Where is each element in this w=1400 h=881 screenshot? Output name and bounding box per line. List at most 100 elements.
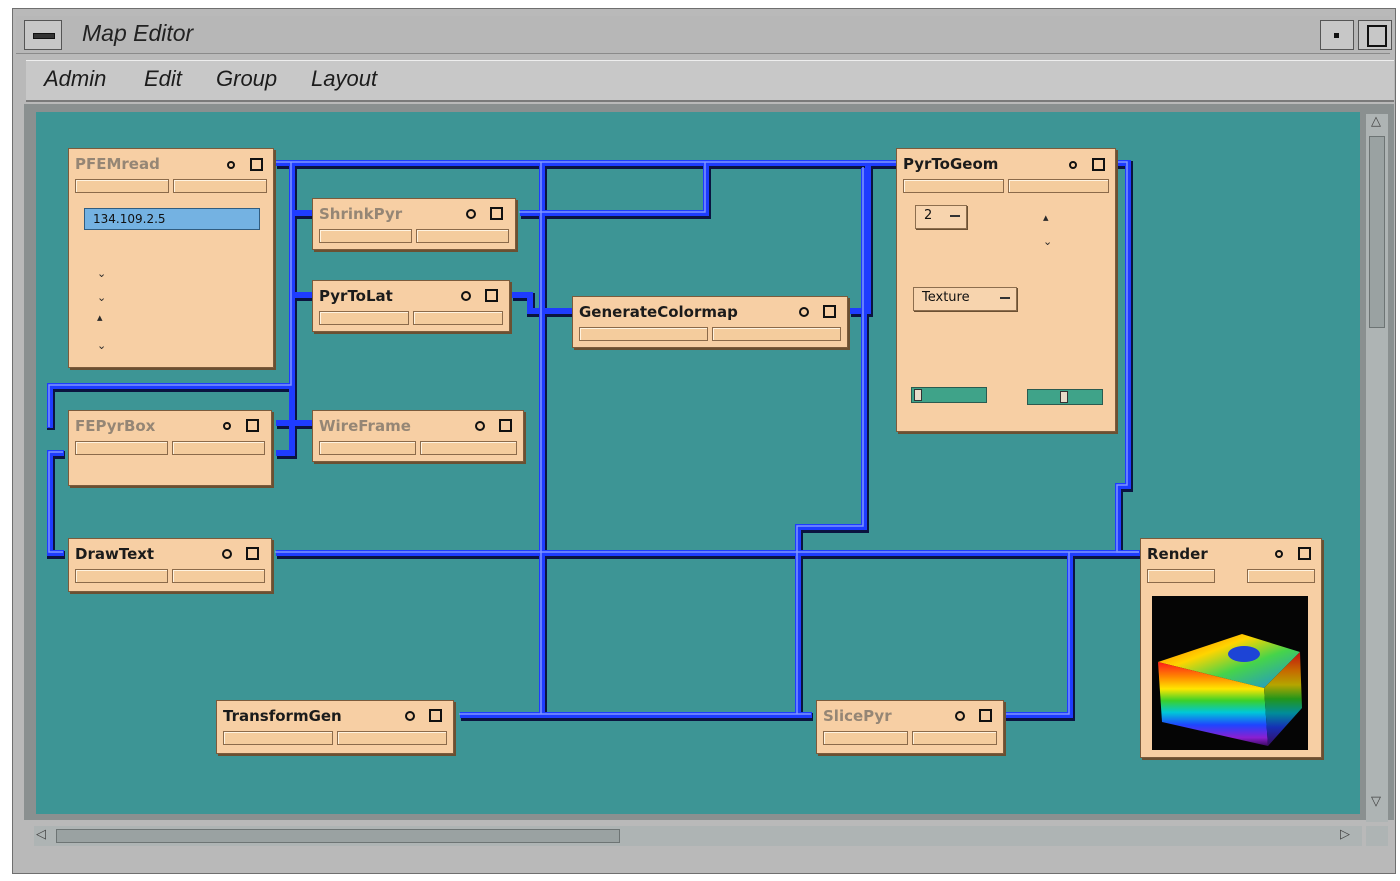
module-ports bbox=[579, 327, 841, 341]
module-status-icon bbox=[227, 161, 235, 169]
port[interactable] bbox=[223, 731, 333, 745]
module-ports bbox=[823, 731, 997, 745]
module-status-icon bbox=[222, 549, 232, 559]
address-input[interactable]: 134.109.2.5 bbox=[84, 208, 260, 230]
module-status-icon bbox=[466, 209, 476, 219]
port[interactable] bbox=[172, 569, 265, 583]
option-menu-number[interactable]: 2 bbox=[915, 205, 967, 229]
port[interactable] bbox=[1147, 569, 1216, 583]
module-ports bbox=[319, 441, 517, 455]
slider-left[interactable] bbox=[911, 387, 987, 403]
module-status-icon bbox=[223, 422, 231, 430]
module-ports bbox=[75, 179, 267, 193]
module-toggle-icon[interactable] bbox=[499, 419, 512, 432]
port[interactable] bbox=[420, 441, 517, 455]
arrow-down-icon[interactable]: ⌄ bbox=[1043, 235, 1052, 248]
module-toggle-icon[interactable] bbox=[429, 709, 442, 722]
arrow-up-icon[interactable]: ▴ bbox=[1043, 211, 1049, 224]
module-ports bbox=[75, 569, 265, 583]
port[interactable] bbox=[1246, 569, 1316, 583]
module-transformgen[interactable]: TransformGen bbox=[216, 700, 454, 754]
module-status-icon bbox=[1275, 550, 1283, 558]
module-ports bbox=[319, 229, 509, 243]
option-menu-render-mode[interactable]: Texture bbox=[913, 287, 1017, 311]
vertical-scrollbar[interactable]: △ ▽ bbox=[1366, 114, 1388, 822]
module-status-icon bbox=[461, 291, 471, 301]
slider-right[interactable] bbox=[1027, 389, 1103, 405]
port[interactable] bbox=[579, 327, 708, 341]
module-title: TransformGen bbox=[223, 707, 342, 725]
module-status-icon bbox=[1069, 161, 1077, 169]
module-status-icon bbox=[955, 711, 965, 721]
module-title: PFEMread bbox=[75, 155, 160, 173]
slider-thumb[interactable] bbox=[1060, 391, 1068, 403]
option-value: Texture bbox=[922, 290, 970, 305]
module-generatecolormap[interactable]: GenerateColormap bbox=[572, 296, 848, 348]
arrow-down-icon[interactable]: ⌄ bbox=[97, 291, 106, 304]
port[interactable] bbox=[319, 229, 412, 243]
module-title: FEPyrBox bbox=[75, 417, 156, 435]
module-title: Render bbox=[1147, 545, 1208, 563]
horizontal-scrollbar[interactable]: ◁ ▷ bbox=[34, 826, 1362, 846]
module-pfemread[interactable]: PFEMread ⌄ ⌄ ▴ ⌄ bbox=[68, 148, 274, 368]
port[interactable] bbox=[173, 179, 267, 193]
module-toggle-icon[interactable] bbox=[1092, 158, 1105, 171]
option-menu-indicator-icon bbox=[950, 215, 960, 217]
arrow-up-icon[interactable]: ▴ bbox=[97, 311, 103, 324]
module-title: ShrinkPyr bbox=[319, 205, 403, 223]
scroll-right-icon[interactable]: ▷ bbox=[1340, 827, 1350, 842]
module-title: PyrToGeom bbox=[903, 155, 999, 173]
port[interactable] bbox=[319, 441, 416, 455]
module-toggle-icon[interactable] bbox=[246, 419, 259, 432]
port[interactable] bbox=[319, 311, 409, 325]
port[interactable] bbox=[172, 441, 265, 455]
module-shrinkpyr[interactable]: ShrinkPyr bbox=[312, 198, 516, 250]
port[interactable] bbox=[75, 569, 168, 583]
module-toggle-icon[interactable] bbox=[979, 709, 992, 722]
module-fepyrbox[interactable]: FEPyrBox bbox=[68, 410, 272, 486]
scroll-up-icon[interactable]: △ bbox=[1371, 114, 1381, 129]
port[interactable] bbox=[75, 179, 169, 193]
arrow-down-icon[interactable]: ⌄ bbox=[97, 267, 106, 280]
module-title: SlicePyr bbox=[823, 707, 892, 725]
port[interactable] bbox=[1008, 179, 1109, 193]
render-viewport[interactable] bbox=[1152, 596, 1308, 750]
module-toggle-icon[interactable] bbox=[250, 158, 263, 171]
rendered-box-image bbox=[1158, 634, 1302, 746]
port[interactable] bbox=[903, 179, 1004, 193]
port[interactable] bbox=[337, 731, 447, 745]
module-pyrtolat[interactable]: PyrToLat bbox=[312, 280, 510, 332]
module-pyrtogeom[interactable]: PyrToGeom 2 ▴ ⌄ Texture bbox=[896, 148, 1116, 432]
module-title: GenerateColormap bbox=[579, 303, 738, 321]
scroll-corner bbox=[1366, 826, 1388, 846]
vertical-scroll-thumb[interactable] bbox=[1369, 136, 1385, 328]
scroll-down-icon[interactable]: ▽ bbox=[1371, 794, 1381, 809]
module-ports bbox=[223, 731, 447, 745]
module-toggle-icon[interactable] bbox=[490, 207, 503, 220]
horizontal-scroll-thumb[interactable] bbox=[56, 829, 620, 843]
module-ports bbox=[75, 441, 265, 455]
module-status-icon bbox=[405, 711, 415, 721]
module-toggle-icon[interactable] bbox=[246, 547, 259, 560]
option-menu-indicator-icon bbox=[1000, 297, 1010, 299]
module-status-icon bbox=[475, 421, 485, 431]
port[interactable] bbox=[712, 327, 841, 341]
arrow-down-icon[interactable]: ⌄ bbox=[97, 339, 106, 352]
port[interactable] bbox=[912, 731, 997, 745]
slider-thumb[interactable] bbox=[914, 389, 922, 401]
port[interactable] bbox=[416, 229, 509, 243]
module-toggle-icon[interactable] bbox=[823, 305, 836, 318]
port[interactable] bbox=[823, 731, 908, 745]
module-drawtext[interactable]: DrawText bbox=[68, 538, 272, 592]
module-title: WireFrame bbox=[319, 417, 411, 435]
module-toggle-icon[interactable] bbox=[1298, 547, 1311, 560]
module-slicepyr[interactable]: SlicePyr bbox=[816, 700, 1004, 754]
module-wireframe[interactable]: WireFrame bbox=[312, 410, 524, 462]
module-status-icon bbox=[799, 307, 809, 317]
module-ports bbox=[1147, 569, 1316, 583]
module-toggle-icon[interactable] bbox=[485, 289, 498, 302]
port[interactable] bbox=[75, 441, 168, 455]
option-value: 2 bbox=[924, 208, 933, 223]
scroll-left-icon[interactable]: ◁ bbox=[36, 827, 46, 842]
port[interactable] bbox=[413, 311, 503, 325]
